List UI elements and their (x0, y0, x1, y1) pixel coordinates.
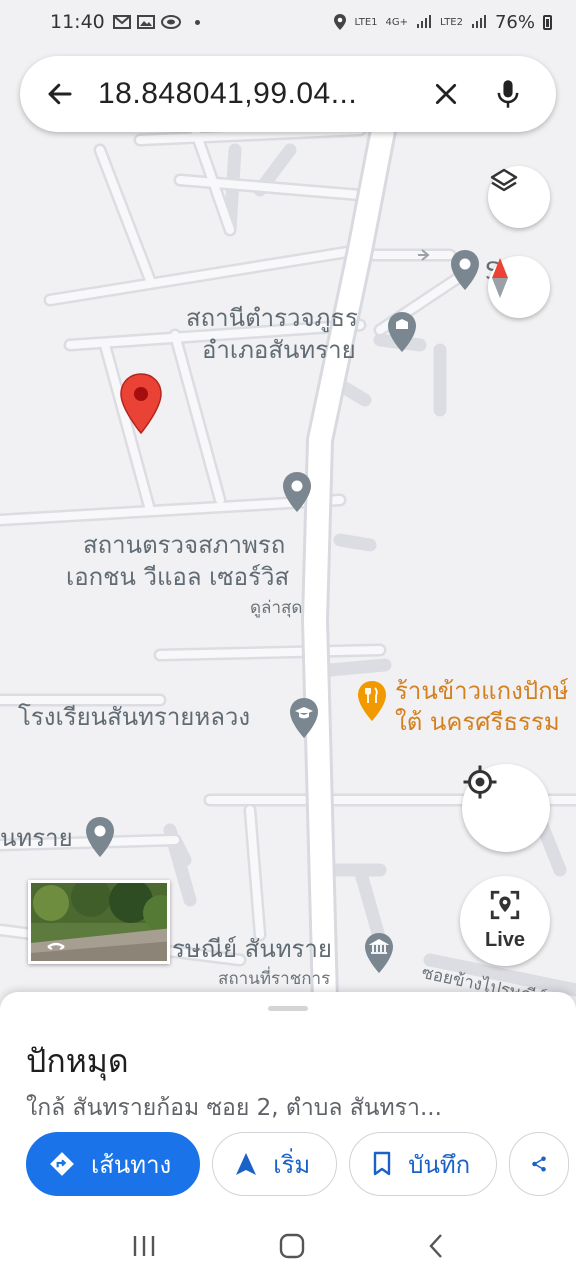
share-button[interactable] (509, 1132, 570, 1196)
notification-dot-icon (194, 19, 200, 25)
maps-screen: สถานีตำรวจภูธร อำเภอสันทราย สถานตรวจสภาพ… (0, 0, 576, 1280)
left-place-label[interactable]: นทราย (0, 823, 73, 854)
compass-icon (492, 258, 508, 298)
map-view[interactable]: สถานีตำรวจภูธร อำเภอสันทราย สถานตรวจสภาพ… (0, 0, 576, 1009)
layers-icon (490, 168, 518, 192)
save-label: บันทึก (408, 1150, 471, 1179)
police-station-label-1[interactable]: สถานีตำรวจภูธร (186, 303, 358, 334)
inspection-label-1[interactable]: สถานตรวจสภาพรถ (83, 530, 285, 561)
home-icon[interactable] (278, 1232, 306, 1260)
gallery-icon (136, 15, 155, 29)
police-pin-icon[interactable] (386, 310, 418, 354)
compass-button[interactable] (488, 256, 550, 318)
crosshair-icon (463, 765, 497, 799)
directions-icon (50, 1152, 74, 1176)
search-bar[interactable]: 18.848041,99.04... (20, 56, 556, 132)
save-button[interactable]: บันทึก (349, 1132, 498, 1196)
network-label: 4G+ (385, 16, 409, 28)
recent-apps-icon[interactable] (130, 1234, 158, 1258)
live-view-label: Live (484, 929, 526, 951)
post-office-label[interactable]: รษณีย์ สันทราย (172, 934, 332, 965)
status-time: 11:40 (50, 11, 105, 33)
start-label: เริ่ม (273, 1150, 311, 1179)
live-view-button[interactable]: Live (460, 876, 550, 966)
close-icon (435, 83, 457, 105)
sim1-label: LTE1 (354, 16, 378, 28)
location-status-icon (333, 14, 346, 30)
school-label[interactable]: โรงเรียนสันทรายหลวง (18, 702, 250, 733)
inspection-sub-label: ดูล่าสุด (250, 598, 303, 618)
dropped-pin-icon[interactable] (118, 372, 164, 436)
restaurant-label-1[interactable]: ร้านข้าวแกงปักษ์ (395, 676, 568, 707)
inspection-label-2[interactable]: เอกชน วีแอล เซอร์วิส (66, 562, 289, 593)
place-bottom-sheet[interactable]: ปักหมุด ใกล้ สันทรายก้อม ซอย 2, ตำบล สัน… (0, 992, 576, 1212)
battery-icon (543, 14, 552, 30)
start-button[interactable]: เริ่ม (212, 1132, 338, 1196)
back-nav-icon[interactable] (426, 1232, 446, 1260)
left-place-pin-icon[interactable] (84, 815, 116, 859)
restaurant-pin-icon[interactable] (356, 679, 388, 723)
battery-percent: 76% (494, 11, 535, 33)
message-app-icon (160, 15, 181, 29)
sheet-drag-handle[interactable] (268, 1006, 308, 1011)
police-station-label-2[interactable]: อำเภอสันทราย (202, 335, 356, 366)
clear-search-button[interactable] (428, 76, 464, 112)
street-view-thumbnail[interactable] (28, 880, 170, 964)
place-address: ใกล้ สันทรายก้อม ซอย 2, ตำบล สันทรา... (26, 1095, 442, 1121)
restaurant-label-2[interactable]: ใต้ นครศรีธรรม (395, 707, 560, 738)
bookmark-icon (374, 1151, 391, 1176)
search-query[interactable]: 18.848041,99.04... (98, 77, 408, 111)
poi-pin-icon[interactable] (449, 248, 481, 292)
directions-label: เส้นทาง (91, 1150, 172, 1179)
action-buttons: เส้นทาง เริ่ม บันทึก (26, 1132, 570, 1196)
school-pin-icon[interactable] (288, 696, 320, 740)
sim2-label: LTE2 (440, 16, 463, 28)
back-button[interactable] (42, 76, 78, 112)
signal-2-icon (471, 15, 486, 28)
arrow-left-icon (48, 83, 72, 105)
system-nav-bar (0, 1212, 576, 1280)
navigation-arrow-icon (236, 1153, 257, 1175)
signal-1-icon (417, 15, 431, 28)
post-office-sub-label: สถานที่ราชการ (218, 969, 331, 989)
directions-button[interactable]: เส้นทาง (26, 1132, 201, 1196)
gmail-icon (112, 15, 131, 29)
status-bar: 11:40 LTE1 4G+ LTE2 76% (0, 0, 576, 44)
inspection-pin-icon[interactable] (281, 470, 313, 514)
share-icon (532, 1156, 546, 1172)
microphone-icon (497, 80, 519, 108)
street-view-image (31, 883, 167, 961)
live-view-icon (490, 890, 520, 920)
layers-button[interactable] (488, 166, 550, 228)
my-location-button[interactable] (462, 764, 550, 852)
place-title: ปักหมุด (26, 1042, 129, 1080)
voice-search-button[interactable] (490, 76, 526, 112)
post-office-pin-icon[interactable] (363, 931, 395, 975)
